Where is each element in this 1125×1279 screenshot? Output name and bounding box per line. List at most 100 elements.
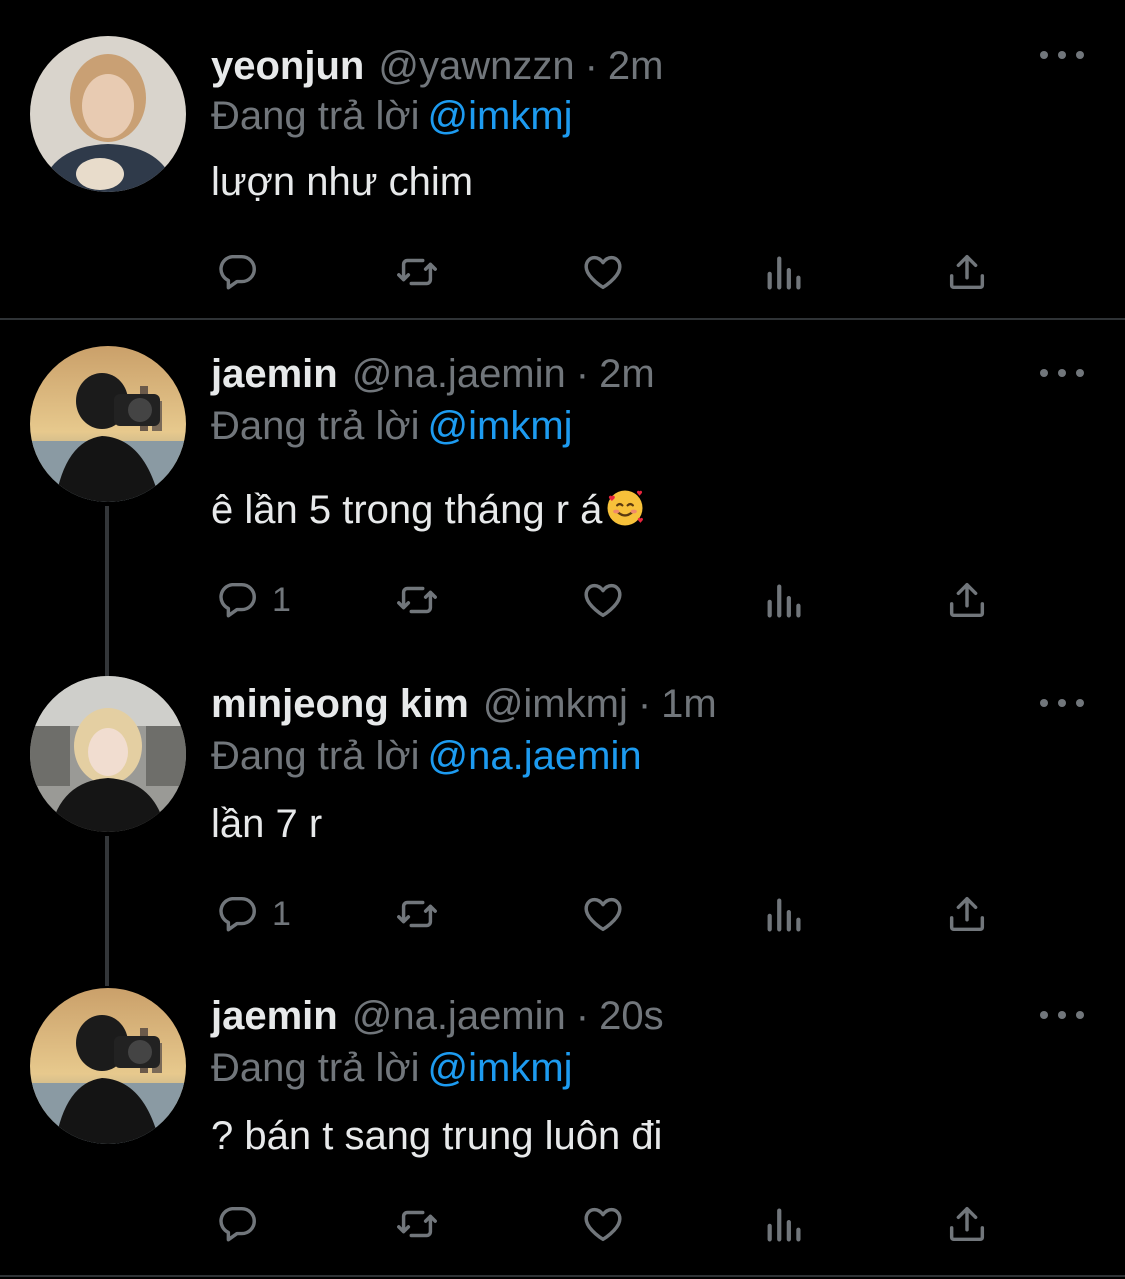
action-bar: 1 [0,570,1125,630]
tweet-text: lần 7 r [211,802,323,846]
reply-icon [219,896,256,932]
timestamp[interactable]: 1m [661,676,717,732]
separator-dot: · [637,682,652,726]
retweet-icon [397,258,437,286]
reply-button[interactable] [214,1194,272,1254]
timestamp[interactable]: 2m [608,38,664,94]
avatar-image [30,346,186,502]
replying-prefix: Đang trả lời [211,734,420,778]
display-name[interactable]: yeonjun [211,38,364,94]
display-name[interactable]: minjeong kim [211,676,469,732]
views-button[interactable] [762,1194,808,1254]
heart-icon [584,1207,622,1242]
display-name[interactable]: jaemin [211,988,338,1044]
like-button[interactable] [580,242,626,302]
retweet-button[interactable] [394,1194,440,1254]
views-icon [767,584,801,618]
avatar[interactable] [30,988,186,1144]
display-name[interactable]: jaemin [211,346,338,402]
more-icon[interactable] [1040,1000,1084,1030]
reply-icon [219,1206,256,1242]
avatar[interactable] [30,36,186,192]
views-icon [767,1208,801,1242]
more-icon[interactable] [1040,40,1084,70]
mention-link[interactable]: @imkmj [428,1046,573,1090]
avatar-image [30,676,186,832]
retweet-icon [397,1210,437,1238]
separator-dot: · [575,352,590,396]
like-button[interactable] [580,570,626,630]
views-button[interactable] [762,242,808,302]
retweet-icon [397,586,437,614]
tweet-header: jaemin @na.jaemin · 2m [211,346,655,402]
share-icon [949,254,985,290]
user-handle[interactable]: @na.jaemin [352,988,566,1044]
replying-prefix: Đang trả lời [211,94,420,138]
tweet-text: ê lần 5 trong tháng r á [211,482,646,538]
replying-to: Đang trả lời @imkmj [211,398,573,454]
reply-button[interactable]: 1 [214,570,291,630]
share-button[interactable] [944,1194,990,1254]
tweet-header: minjeong kim @imkmj · 1m [211,676,717,732]
tweet-text: ? bán t sang trung luôn đi [211,1114,663,1158]
divider [0,1275,1125,1277]
separator-dot: · [575,994,590,1038]
action-bar [0,242,1125,302]
reply-icon [219,254,256,290]
retweet-button[interactable] [394,242,440,302]
reply-button[interactable]: 1 [214,884,291,944]
reply-icon [219,582,256,618]
tweet[interactable]: jaemin @na.jaemin · 20s Đang trả lời @imk… [0,988,1125,1258]
heart-icon [584,255,622,290]
like-button[interactable] [580,1194,626,1254]
like-button[interactable] [580,884,626,944]
action-bar [0,1194,1125,1254]
share-button[interactable] [944,242,990,302]
avatar[interactable] [30,676,186,832]
tweet-text-content: ê lần 5 trong tháng r á [211,488,603,532]
retweet-button[interactable] [394,884,440,944]
avatar-image [30,36,186,192]
tweet-header: jaemin @na.jaemin · 20s [211,988,664,1044]
action-bar: 1 [0,884,1125,944]
reply-count: 1 [272,894,291,933]
tweet[interactable]: minjeong kim @imkmj · 1m Đang trả lời @na… [0,676,1125,966]
views-button[interactable] [762,570,808,630]
replying-prefix: Đang trả lời [211,404,420,448]
share-button[interactable] [944,570,990,630]
user-handle[interactable]: @na.jaemin [352,346,566,402]
mention-link[interactable]: @na.jaemin [428,734,642,778]
replying-to: Đang trả lời @imkmj [211,1040,573,1096]
avatar-image [30,988,186,1144]
avatar[interactable] [30,346,186,502]
replying-to: Đang trả lời @na.jaemin [211,728,642,784]
share-icon [949,1206,985,1242]
mention-link[interactable]: @imkmj [428,404,573,448]
separator-dot: · [584,44,598,88]
more-icon[interactable] [1040,358,1084,388]
retweet-icon [397,900,437,928]
tweet-header: yeonjun @yawnzzn · 2m [211,38,663,94]
user-handle[interactable]: @yawnzzn [378,38,574,94]
replying-to: Đang trả lời @imkmj [211,88,573,144]
views-icon [767,256,801,290]
more-icon[interactable] [1040,688,1084,718]
share-icon [949,896,985,932]
timestamp[interactable]: 2m [599,346,655,402]
reply-button[interactable] [214,242,272,302]
tweet[interactable]: jaemin @na.jaemin · 2m Đang trả lời @imkm… [0,346,1125,646]
user-handle[interactable]: @imkmj [483,676,628,732]
mention-link[interactable]: @imkmj [428,94,573,138]
retweet-button[interactable] [394,570,440,630]
share-button[interactable] [944,884,990,944]
heart-icon [584,583,622,618]
replying-prefix: Đang trả lời [211,1046,420,1090]
share-icon [949,582,985,618]
views-button[interactable] [762,884,808,944]
reply-count: 1 [272,580,291,619]
timestamp[interactable]: 20s [599,988,664,1044]
divider [0,318,1125,320]
tweet[interactable]: yeonjun @yawnzzn · 2m Đang trả lời @imkmj… [0,36,1125,306]
smiling-face-with-hearts-icon [607,490,644,526]
views-icon [767,898,801,932]
